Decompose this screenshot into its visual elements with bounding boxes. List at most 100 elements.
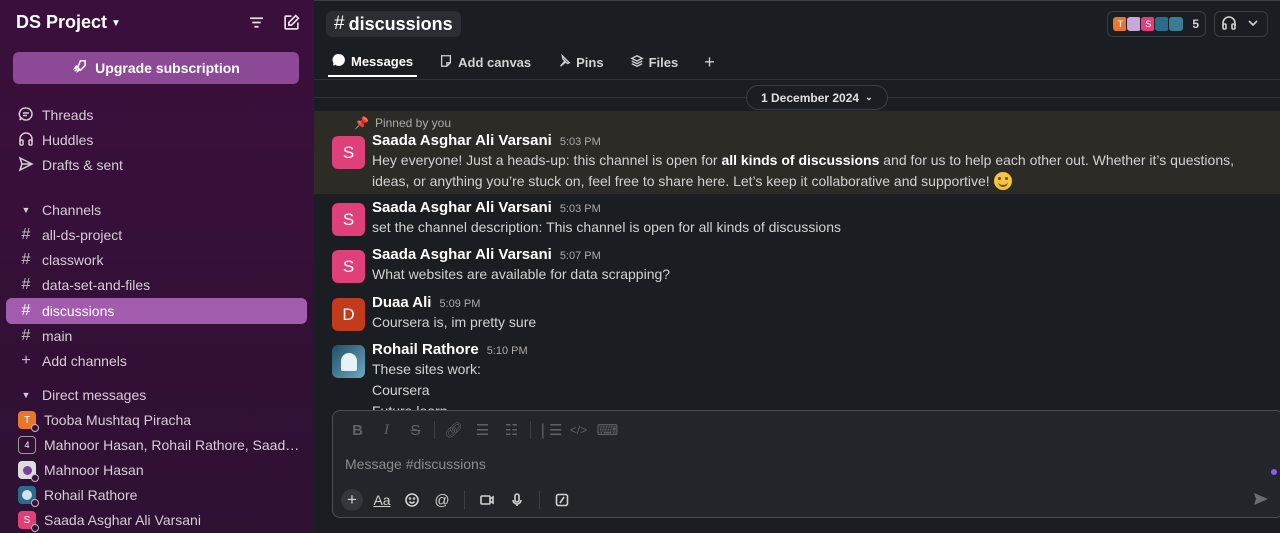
avatar: S: [18, 511, 39, 532]
sidebar-item-channel-active[interactable]: # discussions: [6, 298, 307, 324]
message-author[interactable]: Saada Asghar Ali Varsani: [372, 132, 552, 149]
workspace-switcher[interactable]: DS Project ▼: [16, 12, 121, 33]
message-author[interactable]: Rohail Rathore: [372, 341, 479, 358]
tab-messages[interactable]: Messages: [328, 47, 418, 77]
send-icon[interactable]: [1253, 491, 1269, 510]
date-divider[interactable]: 1 December 2024 ⌄: [746, 85, 888, 110]
avatar: [18, 461, 39, 482]
avatar: T: [18, 411, 39, 432]
channel-title-button[interactable]: # discussions: [326, 11, 461, 37]
add-tab-button[interactable]: +: [700, 47, 719, 77]
avatar-initial: S: [342, 256, 355, 276]
compose-icon[interactable]: [283, 14, 300, 34]
dm-section-toggle[interactable]: ▼ Direct messages: [18, 384, 308, 406]
message-text: Hey everyone! Just a heads-up: this chan…: [372, 150, 1272, 192]
bullet-list-icon[interactable]: ☷: [497, 421, 526, 439]
huddle-button[interactable]: [1214, 11, 1268, 37]
avatar[interactable]: S: [332, 203, 365, 236]
avatar[interactable]: S: [332, 250, 365, 283]
message-composer[interactable]: B I S 🔗︎ ☰ ☷ ❘☰ </> ⌨︎ Message #discussi…: [332, 410, 1280, 518]
message-time[interactable]: 5:07 PM: [560, 250, 601, 262]
link-icon[interactable]: 🔗︎: [439, 421, 468, 439]
dm-label: Mahnoor Hasan, Rohail Rathore, Saada…: [44, 437, 300, 453]
message-author[interactable]: Saada Asghar Ali Varsani: [372, 199, 552, 216]
sidebar-item-huddles[interactable]: Huddles: [18, 129, 308, 151]
sidebar-item-threads[interactable]: Threads: [18, 104, 308, 126]
message-time[interactable]: 5:03 PM: [560, 136, 601, 148]
channel-tabs: Messages Add canvas Pins Files +: [328, 47, 719, 79]
formatting-toolbar: B I S 🔗︎ ☰ ☷ ❘☰ </> ⌨︎: [343, 419, 622, 441]
message-author[interactable]: Duaa Ali: [372, 294, 431, 311]
sidebar-item-channel[interactable]: # classwork: [18, 249, 308, 271]
slash-command-icon[interactable]: [551, 489, 573, 511]
dm-label: Rohail Rathore: [44, 487, 138, 503]
avatar[interactable]: S: [332, 136, 365, 169]
status-dot: [31, 499, 39, 507]
sidebar-item-dm[interactable]: Mahnoor Hasan: [18, 459, 308, 482]
channels-heading: Channels: [42, 202, 102, 218]
headphones-icon: [1221, 15, 1237, 34]
sidebar-item-dm[interactable]: S Saada Asghar Ali Varsani: [18, 509, 308, 532]
message-time[interactable]: 5:09 PM: [439, 298, 480, 310]
avatar[interactable]: D: [332, 298, 365, 331]
sidebar-item-channel[interactable]: # data-set-and-files: [18, 274, 308, 296]
sidebar-item-channel[interactable]: # main: [18, 325, 308, 347]
upgrade-button[interactable]: Upgrade subscription: [13, 52, 299, 84]
sidebar-item-drafts[interactable]: Drafts & sent: [18, 154, 308, 176]
mention-icon[interactable]: @: [431, 489, 453, 511]
chevron-down-icon[interactable]: [1245, 15, 1261, 34]
tab-pins[interactable]: Pins: [553, 47, 607, 77]
strikethrough-icon[interactable]: S: [401, 422, 430, 439]
tab-add-canvas[interactable]: Add canvas: [435, 47, 535, 77]
italic-icon[interactable]: I: [372, 422, 401, 439]
sidebar-item-dm[interactable]: Rohail Rathore: [18, 484, 308, 507]
status-dot: [31, 524, 39, 532]
blockquote-icon[interactable]: ❘☰: [535, 421, 564, 439]
message-time[interactable]: 5:10 PM: [487, 345, 528, 357]
send-icon: [18, 156, 34, 175]
bold-icon[interactable]: B: [343, 422, 372, 439]
pinned-label: Pinned by you: [374, 116, 452, 130]
avatar-initial: S: [23, 514, 31, 526]
avatar-initial: 4: [24, 440, 30, 450]
microphone-icon[interactable]: [506, 489, 528, 511]
tab-files[interactable]: Files: [626, 47, 683, 77]
code-icon[interactable]: </>: [564, 423, 593, 437]
group-count-avatar: 4: [18, 436, 36, 454]
tab-label: Messages: [351, 53, 414, 69]
emoji-icon[interactable]: [401, 489, 423, 511]
sidebar: DS Project ▼ Upgrade subscription Thread…: [0, 0, 314, 533]
toolbar-separator: [434, 421, 435, 439]
ordered-list-icon[interactable]: ☰: [468, 421, 497, 439]
add-channels-button[interactable]: + Add channels: [18, 350, 308, 372]
sidebar-item-channel[interactable]: # all-ds-project: [18, 224, 308, 246]
files-icon: [629, 54, 644, 71]
message-time[interactable]: 5:03 PM: [560, 203, 601, 215]
sidebar-item-dm[interactable]: T Tooba Mushtaq Piracha: [18, 409, 308, 432]
hash-icon: #: [21, 226, 31, 243]
text-format-icon[interactable]: Aa: [371, 489, 393, 511]
caret-down-icon: ▼: [21, 390, 31, 400]
avatar: [18, 486, 39, 507]
plus-icon[interactable]: +: [341, 489, 363, 511]
canvas-icon: [439, 54, 453, 71]
message-input[interactable]: Message #discussions: [345, 456, 486, 472]
chevron-down-icon: ▼: [111, 18, 121, 29]
message-author[interactable]: Saada Asghar Ali Varsani: [372, 246, 552, 263]
avatar[interactable]: [332, 345, 365, 378]
video-icon[interactable]: [476, 489, 498, 511]
members-button[interactable]: T S 5: [1107, 11, 1206, 37]
hash-icon: #: [21, 276, 31, 293]
channels-section-toggle[interactable]: ▼ Channels: [18, 199, 308, 221]
sidebar-item-dm-group[interactable]: 4 Mahnoor Hasan, Rohail Rathore, Saada…: [18, 434, 308, 456]
code-block-icon[interactable]: ⌨︎: [593, 421, 622, 439]
filter-icon[interactable]: [248, 14, 265, 34]
channel-label: data-set-and-files: [42, 277, 151, 293]
avatar-initial: D: [342, 304, 355, 324]
pinned-indicator: 📌 Pinned by you: [354, 116, 451, 130]
sidebar-item-label: Huddles: [42, 132, 94, 148]
channel-name: discussions: [348, 13, 453, 34]
hash-icon: #: [21, 327, 31, 344]
date-label: 1 December 2024: [761, 90, 860, 105]
channel-label: discussions: [42, 303, 115, 319]
